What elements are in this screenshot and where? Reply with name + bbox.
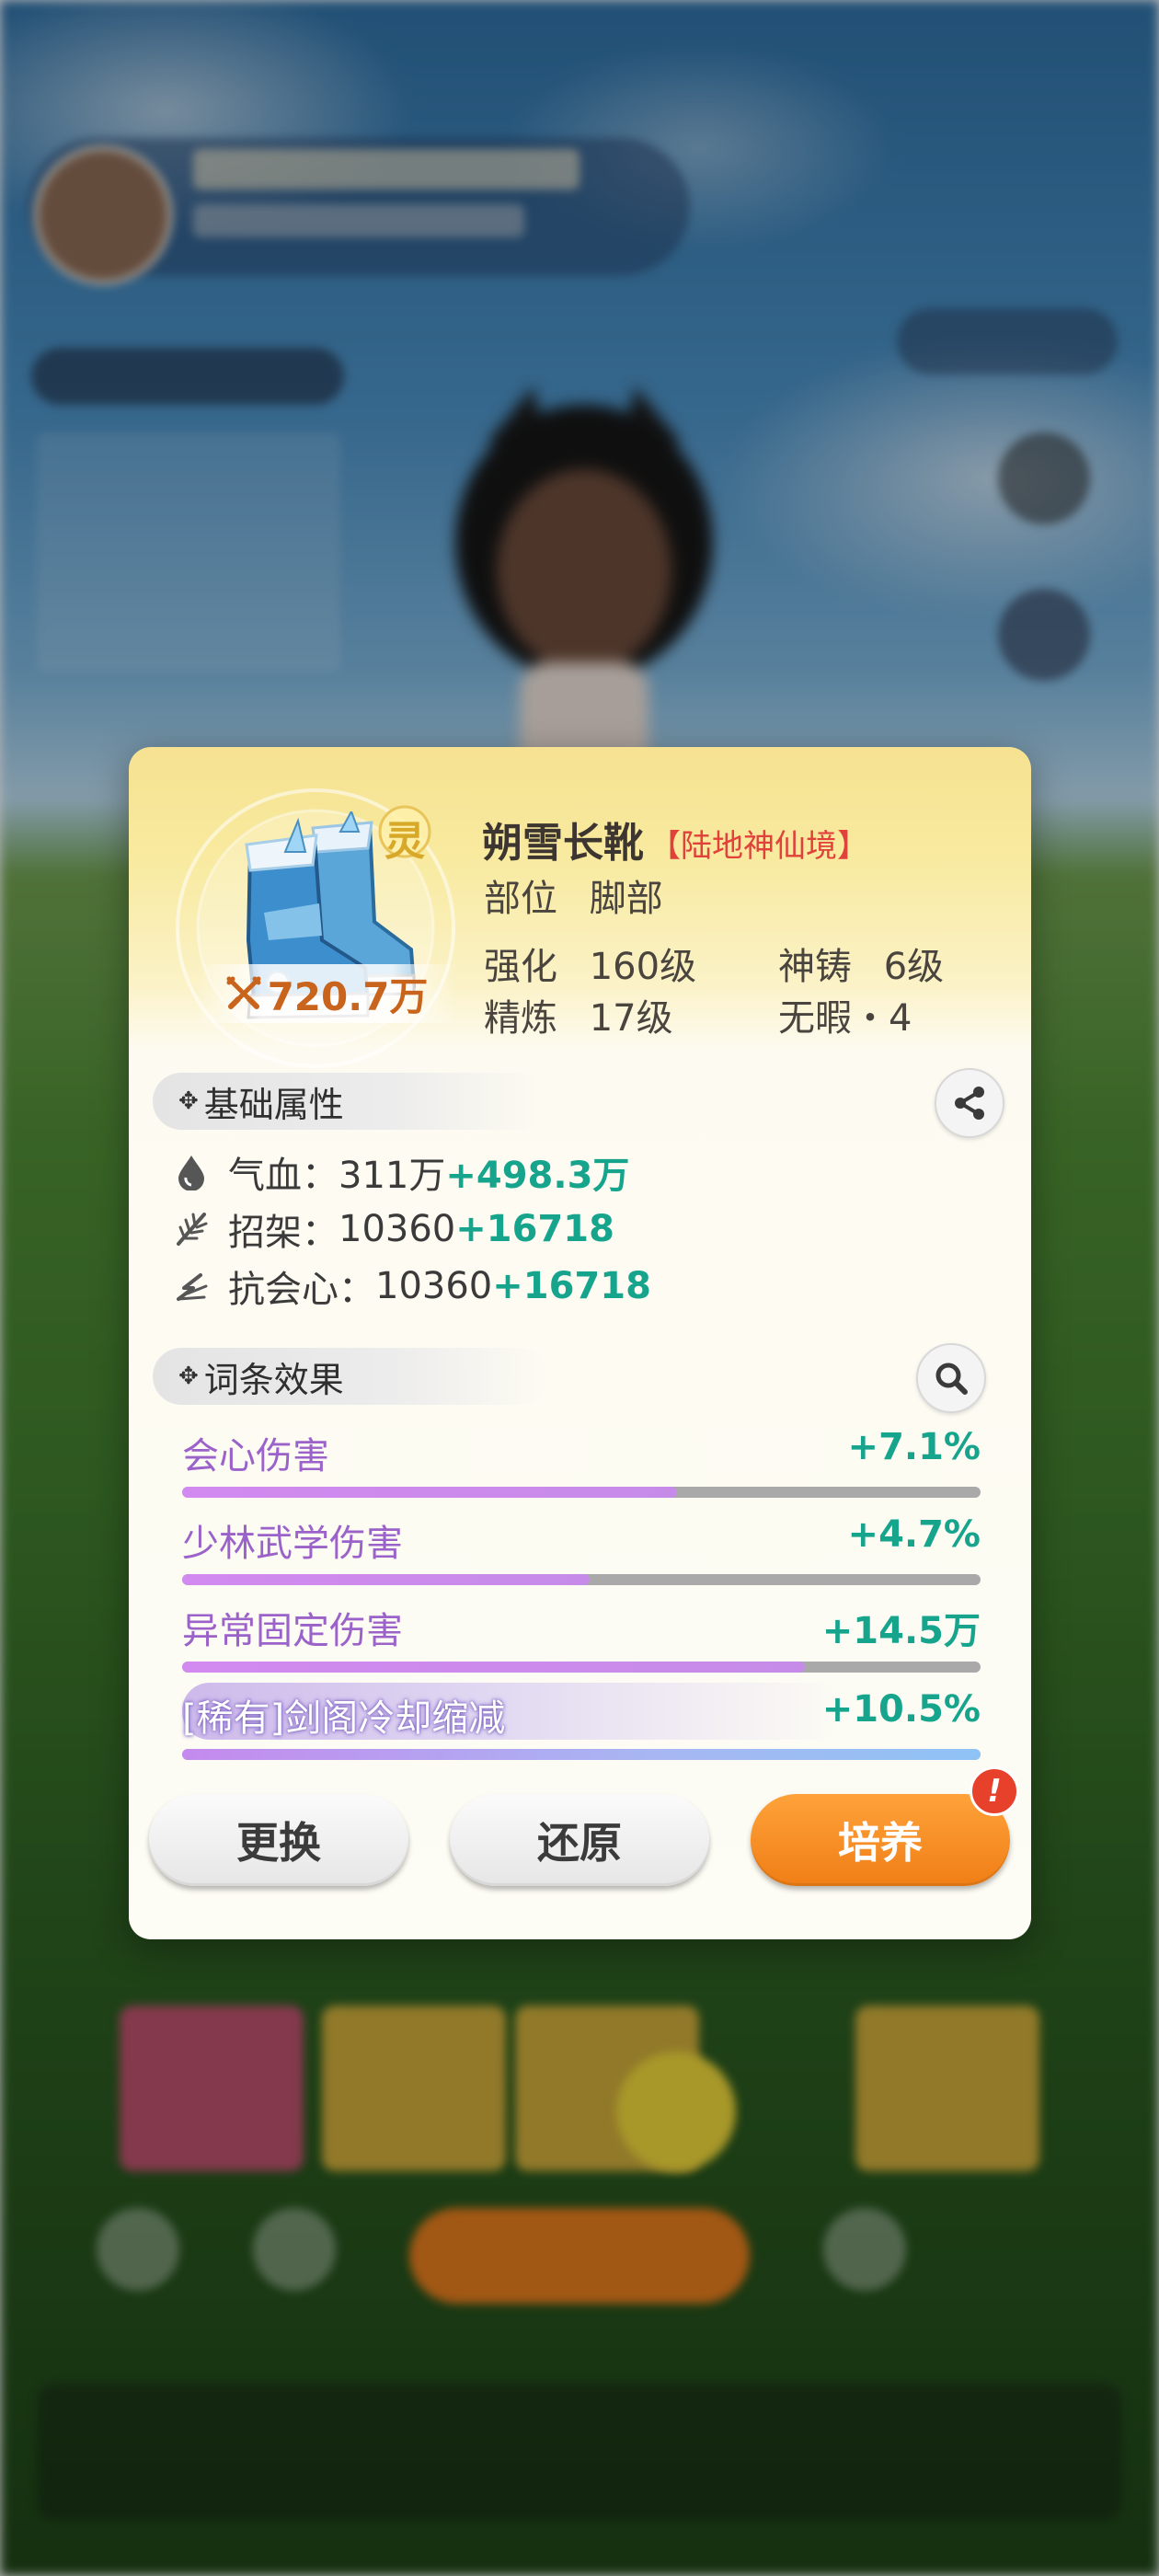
- restore-button[interactable]: 还原: [450, 1794, 709, 1886]
- attr-bonus: +16718: [492, 1265, 651, 1307]
- affix-name: 少林武学伤害: [182, 1523, 403, 1565]
- search-button[interactable]: [916, 1343, 986, 1413]
- attr-bonus: +498.3万: [445, 1155, 630, 1197]
- divine-info: 神铸 6级: [778, 937, 944, 990]
- diamond-icon: ✥: [178, 1087, 199, 1115]
- enhance-value: 160级: [589, 946, 697, 988]
- attr-label: 招架：: [228, 1212, 339, 1254]
- enhance-info: 强化 160级: [484, 937, 696, 990]
- flawless-value: 无暇・4: [778, 997, 912, 1040]
- attr-row: 气血： 311万 +498.3万: [175, 1148, 630, 1197]
- blood-drop-icon: [178, 1156, 204, 1190]
- replace-button-label: 更换: [236, 1818, 321, 1868]
- divine-label: 神铸: [778, 946, 852, 988]
- affix-effects-title: 词条效果: [203, 1359, 344, 1400]
- item-realm: 【陆地神仙境】: [649, 828, 868, 865]
- attr-label: 气血：: [228, 1155, 339, 1197]
- affix-progress-fill: [182, 1574, 590, 1585]
- affix-value: +10.5%: [821, 1688, 981, 1731]
- restore-button-label: 还原: [537, 1818, 622, 1868]
- attr-bonus: +16718: [455, 1208, 614, 1250]
- attr-label: 抗会心：: [228, 1269, 375, 1311]
- anti-crit-icon: [177, 1273, 208, 1301]
- refine-label: 精炼: [484, 997, 557, 1040]
- refine-info: 精炼 17级: [484, 988, 673, 1041]
- combat-power-value: 720.7万: [267, 973, 429, 1019]
- affix-progress-fill: [182, 1749, 981, 1760]
- alert-badge: !: [970, 1766, 1019, 1816]
- equipment-detail-panel: 灵 720.7万 朔雪长靴 【陆地神仙境】 部位 脚部 强化 160级 神铸 6…: [129, 747, 1031, 1939]
- basic-attributes-header: ✥ 基础属性: [153, 1073, 548, 1130]
- affix-value: +14.5万: [821, 1610, 981, 1652]
- attr-base: 10360: [339, 1208, 456, 1250]
- divine-value: 6级: [883, 946, 945, 988]
- affix-value: +7.1%: [847, 1426, 981, 1468]
- affix-name: [稀有]剑阁冷却缩减: [182, 1697, 506, 1740]
- affix-progress-track: [182, 1662, 981, 1673]
- attr-base: 10360: [375, 1265, 493, 1307]
- combat-power: 720.7万: [195, 964, 458, 1023]
- affix-progress-fill: [182, 1487, 678, 1498]
- slot-value: 脚部: [589, 878, 663, 920]
- item-name: 朔雪长靴: [482, 820, 644, 867]
- affix-effects-header: ✥ 词条效果: [153, 1348, 548, 1405]
- share-button[interactable]: [935, 1068, 1004, 1138]
- attr-row: 抗会心： 10360 +16718: [175, 1262, 651, 1311]
- magnifier-icon: [935, 1363, 968, 1395]
- flawless-info: 无暇・4: [778, 988, 912, 1041]
- attr-row: 招架： 10360 +16718: [175, 1205, 614, 1254]
- cultivate-button-label: 培养: [838, 1818, 923, 1868]
- crossed-swords-icon: [226, 976, 261, 1009]
- diamond-icon: ✥: [178, 1363, 199, 1390]
- affix-name: 异常固定伤害: [182, 1610, 403, 1652]
- basic-attributes-title: 基础属性: [203, 1084, 344, 1125]
- affix-value: +4.7%: [847, 1513, 981, 1556]
- share-icon: [955, 1087, 984, 1120]
- spirit-badge-label: 灵: [384, 818, 425, 865]
- affix-progress-track: [182, 1487, 981, 1498]
- cultivate-button[interactable]: 培养: [751, 1794, 1010, 1886]
- spirit-badge: 灵: [377, 804, 432, 865]
- slot-info: 部位 脚部: [484, 868, 663, 922]
- slot-label: 部位: [484, 878, 557, 920]
- affix-progress-fill: [182, 1662, 806, 1673]
- alert-badge-label: !: [987, 1773, 1002, 1810]
- replace-button[interactable]: 更换: [149, 1794, 408, 1886]
- affix-name: 会心伤害: [182, 1435, 329, 1478]
- parry-wing-icon: [177, 1213, 208, 1246]
- attr-base: 311万: [339, 1155, 446, 1197]
- refine-value: 17级: [589, 997, 673, 1040]
- affix-progress-track: [182, 1574, 981, 1585]
- affix-progress-track: [182, 1749, 981, 1760]
- enhance-label: 强化: [484, 946, 557, 988]
- item-title-line: 朔雪长靴 【陆地神仙境】: [482, 810, 868, 868]
